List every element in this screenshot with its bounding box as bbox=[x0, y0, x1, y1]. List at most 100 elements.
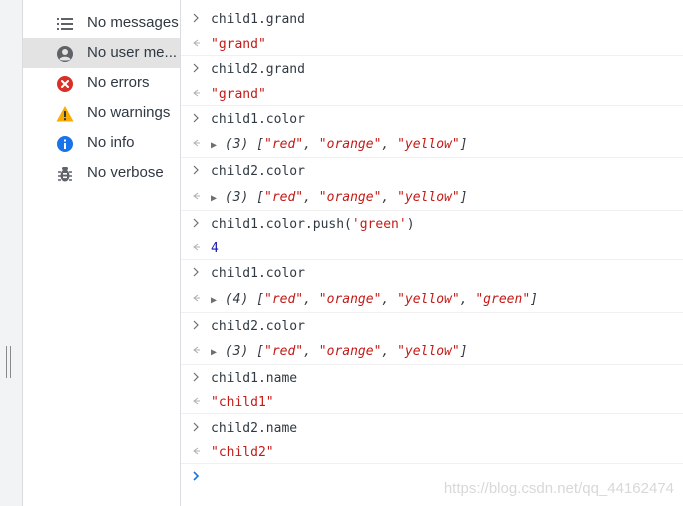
string-argument: 'green' bbox=[351, 217, 407, 232]
console-result-value: "grand" bbox=[211, 37, 266, 52]
info-icon bbox=[57, 136, 73, 152]
sidebar-item-label: No info bbox=[87, 134, 135, 151]
sidebar-item-label: No warnings bbox=[87, 104, 171, 121]
input-chevron-icon bbox=[193, 372, 199, 382]
array-item: "green" bbox=[475, 292, 531, 307]
array-preview: ▶ (3) ["red", "orange", "yellow"] bbox=[211, 344, 468, 359]
console-input-row[interactable]: child1.name bbox=[181, 367, 683, 392]
result-arrow-icon bbox=[193, 139, 200, 147]
array-item: "red" bbox=[264, 344, 304, 359]
array-length: (3) bbox=[224, 137, 249, 152]
bug-icon bbox=[58, 167, 72, 182]
sidebar-item-info[interactable]: No info bbox=[23, 128, 180, 158]
console-input-row[interactable]: child2.color bbox=[181, 315, 683, 340]
row-divider bbox=[181, 364, 683, 365]
sidebar-item-label: No verbose bbox=[87, 164, 164, 181]
console-result-row[interactable]: "child2" bbox=[181, 441, 683, 463]
result-arrow-icon bbox=[193, 89, 200, 97]
input-chevron-icon bbox=[193, 422, 199, 432]
list-icon bbox=[57, 18, 73, 30]
row-divider bbox=[181, 312, 683, 313]
console-result-row[interactable]: "grand" bbox=[181, 33, 683, 55]
array-item: "red" bbox=[264, 292, 304, 307]
sidebar-item-errors[interactable]: No errors bbox=[23, 68, 180, 98]
input-chevron-icon bbox=[193, 218, 199, 228]
array-item: "orange" bbox=[318, 137, 382, 152]
console-input-row[interactable]: child2.name bbox=[181, 417, 683, 442]
console-array-result-row[interactable]: ▶ (3) ["red", "orange", "yellow"] bbox=[181, 340, 683, 362]
row-divider bbox=[181, 157, 683, 158]
array-item: "yellow" bbox=[397, 190, 460, 205]
console-array-result-row[interactable]: ▶ (3) ["red", "orange", "yellow"] bbox=[181, 186, 683, 208]
console-input-text: child1.name bbox=[211, 371, 298, 386]
sidebar-item-user-messages[interactable]: No user me... bbox=[23, 38, 180, 68]
array-preview: ▶ (3) ["red", "orange", "yellow"] bbox=[211, 190, 468, 205]
result-arrow-icon bbox=[193, 192, 200, 200]
array-item: "orange" bbox=[318, 344, 382, 359]
console-input-text: child1.grand bbox=[211, 12, 305, 27]
warning-icon bbox=[56, 106, 74, 122]
console-input-text: child2.color bbox=[211, 319, 305, 334]
console-input-text: child1.color bbox=[211, 266, 305, 281]
watermark: https://blog.csdn.net/qq_44162474 bbox=[443, 480, 674, 497]
array-item: "orange" bbox=[318, 190, 382, 205]
console-input-text: child1.color bbox=[211, 112, 305, 127]
console-input-text: child2.name bbox=[211, 421, 298, 436]
console-input-text: child1.color.push('green') bbox=[211, 217, 415, 232]
console-result-value: "child2" bbox=[211, 445, 274, 460]
console-input-row[interactable]: child1.grand bbox=[181, 8, 683, 33]
row-divider bbox=[181, 55, 683, 56]
sidebar-item-messages[interactable]: No messages bbox=[23, 8, 180, 38]
console-input-row[interactable]: child2.grand bbox=[181, 58, 683, 83]
row-divider bbox=[181, 413, 683, 414]
result-arrow-icon bbox=[193, 243, 200, 251]
result-arrow-icon bbox=[193, 39, 200, 47]
array-item: "yellow" bbox=[397, 137, 460, 152]
console-input-row[interactable]: child2.color bbox=[181, 160, 683, 185]
row-divider bbox=[181, 259, 683, 260]
array-length: (4) bbox=[224, 292, 249, 307]
input-chevron-icon bbox=[193, 13, 199, 23]
expand-triangle-icon[interactable]: ▶ bbox=[211, 140, 217, 151]
row-divider bbox=[181, 463, 683, 464]
console-result-value: "child1" bbox=[211, 395, 274, 410]
console-input-row[interactable]: child1.color.push('green') bbox=[181, 213, 683, 238]
result-arrow-icon bbox=[193, 447, 200, 455]
array-item: "orange" bbox=[318, 292, 382, 307]
console-input-text: child2.grand bbox=[211, 62, 305, 77]
array-item: "yellow" bbox=[397, 344, 460, 359]
array-item: "red" bbox=[264, 190, 304, 205]
array-item: "yellow" bbox=[397, 292, 460, 307]
console-array-result-row[interactable]: ▶ (3) ["red", "orange", "yellow"] bbox=[181, 133, 683, 155]
console-input-text: child2.color bbox=[211, 164, 305, 179]
console-log: child1.grand "grand" child2.grand "grand… bbox=[181, 0, 683, 506]
console-input-row[interactable]: child1.color bbox=[181, 262, 683, 287]
error-icon bbox=[57, 76, 73, 92]
input-chevron-icon bbox=[193, 113, 199, 123]
array-length: (3) bbox=[224, 344, 249, 359]
expand-triangle-icon[interactable]: ▶ bbox=[211, 347, 217, 358]
drawer-gutter bbox=[0, 0, 23, 506]
result-arrow-icon bbox=[193, 397, 200, 405]
console-result-value: "grand" bbox=[211, 87, 266, 102]
console-result-row[interactable]: "grand" bbox=[181, 83, 683, 105]
sidebar-item-verbose[interactable]: No verbose bbox=[23, 158, 180, 188]
expand-triangle-icon[interactable]: ▶ bbox=[211, 193, 217, 204]
array-preview: ▶ (4) ["red", "orange", "yellow", "green… bbox=[211, 292, 538, 307]
console-input-row[interactable]: child1.color bbox=[181, 108, 683, 133]
console-result-row[interactable]: 4 bbox=[181, 237, 683, 259]
result-arrow-icon bbox=[193, 346, 200, 354]
array-preview: ▶ (3) ["red", "orange", "yellow"] bbox=[211, 137, 468, 152]
expand-triangle-icon[interactable]: ▶ bbox=[211, 295, 217, 306]
console-result-row[interactable]: "child1" bbox=[181, 391, 683, 413]
sidebar-item-warnings[interactable]: No warnings bbox=[23, 98, 180, 128]
sidebar-item-label: No errors bbox=[87, 74, 150, 91]
console-array-result-row[interactable]: ▶ (4) ["red", "orange", "yellow", "green… bbox=[181, 288, 683, 310]
sidebar-item-label: No user me... bbox=[87, 44, 178, 61]
console-result-value: 4 bbox=[211, 241, 219, 256]
sidebar-item-label: No messages bbox=[87, 14, 179, 31]
console-sidebar: No messages No user me... No errors No w… bbox=[23, 0, 181, 506]
input-chevron-icon bbox=[193, 267, 199, 277]
array-length: (3) bbox=[224, 190, 249, 205]
resize-grip[interactable] bbox=[6, 346, 11, 378]
